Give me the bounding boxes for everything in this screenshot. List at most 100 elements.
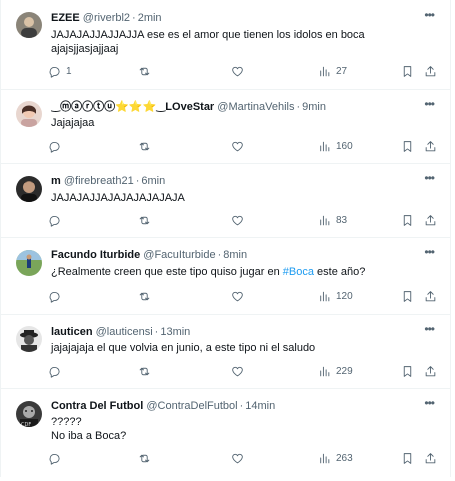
hashtag-link[interactable]: #Boca — [283, 266, 314, 278]
timestamp[interactable]: 6min — [141, 175, 165, 187]
reply-button[interactable] — [48, 140, 66, 153]
tweet[interactable]: Facundo Iturbide @FacuIturbide · 8min ••• … — [1, 238, 450, 315]
bookmark-icon — [403, 141, 412, 152]
retweet-icon — [139, 142, 150, 151]
bar-chart-icon — [320, 66, 330, 77]
tweet[interactable]: m @firebreath21 · 6min ••• JAJAJAJJAJAJAJA… — [1, 164, 450, 238]
tweet[interactable]: lauticen @lauticensi · 13min ••• jajajajaj… — [1, 315, 450, 389]
bookmark-button[interactable] — [401, 140, 414, 153]
heart-icon — [232, 366, 243, 377]
tweet[interactable]: ‿ⓜⓐⓡⓣⓤ⭐⭐⭐‿LOveStar @MartinaVehils · 9min •… — [1, 90, 450, 164]
bar-chart-icon — [320, 141, 330, 152]
like-button[interactable] — [231, 452, 249, 465]
more-horizontal-icon[interactable]: ••• — [424, 171, 435, 185]
tweet[interactable]: EZEE @riverbl2 · 2min ••• JAJAJAJJAJJAJJA … — [1, 0, 450, 90]
bookmark-button[interactable] — [401, 65, 414, 78]
like-button[interactable] — [231, 290, 249, 303]
reply-button[interactable] — [48, 290, 66, 303]
display-name[interactable]: Contra Del Futbol — [51, 400, 143, 412]
heart-icon — [232, 215, 243, 226]
share-button[interactable] — [424, 452, 437, 465]
like-button[interactable] — [231, 365, 249, 378]
reply-button[interactable] — [48, 214, 66, 227]
tweet-header: lauticen @lauticensi · 13min — [51, 326, 191, 338]
retweet-button[interactable] — [138, 65, 156, 78]
bookmark-button[interactable] — [401, 214, 414, 227]
like-button[interactable] — [231, 140, 249, 153]
tweet-actions: 160 — [48, 140, 437, 156]
view-count: 229 — [336, 366, 353, 377]
reply-bubble-icon — [49, 366, 60, 378]
share-upload-icon — [425, 66, 436, 77]
avatar[interactable] — [16, 12, 42, 38]
avatar[interactable] — [16, 250, 42, 276]
tweet-actions: 263 — [48, 452, 437, 468]
user-handle[interactable]: @riverbl2 — [83, 12, 130, 24]
views-button[interactable]: 160 — [318, 140, 353, 153]
tweet-text: ????? No iba a Boca? — [51, 415, 430, 443]
views-button[interactable]: 120 — [318, 290, 353, 303]
views-button[interactable]: 263 — [318, 452, 353, 465]
views-button[interactable]: 83 — [318, 214, 347, 227]
avatar[interactable]: CDF — [16, 401, 42, 427]
reply-button[interactable] — [48, 452, 66, 465]
share-button[interactable] — [424, 214, 437, 227]
avatar[interactable] — [16, 101, 42, 127]
share-button[interactable] — [424, 140, 437, 153]
more-horizontal-icon[interactable]: ••• — [424, 245, 435, 259]
display-name[interactable]: ‿ⓜⓐⓡⓣⓤ⭐⭐⭐‿LOveStar — [51, 101, 214, 113]
retweet-button[interactable] — [138, 140, 156, 153]
like-button[interactable] — [231, 214, 249, 227]
share-upload-icon — [425, 141, 436, 152]
like-button[interactable] — [231, 65, 249, 78]
more-horizontal-icon[interactable]: ••• — [424, 322, 435, 336]
retweet-icon — [139, 67, 150, 76]
retweet-button[interactable] — [138, 452, 156, 465]
tweet-header: Facundo Iturbide @FacuIturbide · 8min — [51, 249, 248, 261]
timestamp[interactable]: 8min — [223, 249, 247, 261]
more-horizontal-icon[interactable]: ••• — [424, 396, 435, 410]
bookmark-button[interactable] — [401, 452, 414, 465]
tweet-text: jajajajaja el que volvia en junio, a est… — [51, 341, 430, 355]
retweet-button[interactable] — [138, 365, 156, 378]
retweet-button[interactable] — [138, 290, 156, 303]
views-button[interactable]: 229 — [318, 365, 353, 378]
display-name[interactable]: Facundo Iturbide — [51, 249, 140, 261]
tweet-header: ‿ⓜⓐⓡⓣⓤ⭐⭐⭐‿LOveStar @MartinaVehils · 9min — [51, 101, 326, 113]
user-handle[interactable]: @ContraDelFutbol — [146, 400, 237, 412]
share-button[interactable] — [424, 65, 437, 78]
retweet-button[interactable] — [138, 214, 156, 227]
tweet-text-line: JAJAJAJJAJJAJJA ese es el amor que tiene… — [51, 29, 365, 41]
display-name[interactable]: m — [51, 175, 61, 187]
avatar[interactable] — [16, 176, 42, 202]
bookmark-button[interactable] — [401, 290, 414, 303]
tweet-text-line: ????? — [51, 416, 82, 428]
tweet-header: Contra Del Futbol @ContraDelFutbol · 14min — [51, 400, 276, 412]
user-handle[interactable]: @MartinaVehils — [217, 101, 294, 113]
reply-button[interactable]: 1 — [48, 65, 72, 78]
timestamp[interactable]: 2min — [138, 12, 162, 24]
views-button[interactable]: 27 — [318, 65, 347, 78]
user-handle[interactable]: @FacuIturbide — [143, 249, 215, 261]
timestamp[interactable]: 13min — [160, 326, 190, 338]
more-horizontal-icon[interactable]: ••• — [424, 8, 435, 22]
svg-text:CDF: CDF — [21, 422, 31, 427]
user-handle[interactable]: @lauticensi — [96, 326, 153, 338]
reply-button[interactable] — [48, 365, 66, 378]
user-handle[interactable]: @firebreath21 — [64, 175, 134, 187]
share-button[interactable] — [424, 290, 437, 303]
tweet-actions: 83 — [48, 214, 437, 230]
tweet-text-line: Jajajajaa — [51, 117, 95, 129]
more-horizontal-icon[interactable]: ••• — [424, 97, 435, 111]
display-name[interactable]: lauticen — [51, 326, 93, 338]
share-button[interactable] — [424, 365, 437, 378]
bookmark-button[interactable] — [401, 365, 414, 378]
bar-chart-icon — [320, 215, 330, 226]
display-name[interactable]: EZEE — [51, 12, 80, 24]
avatar[interactable] — [16, 326, 42, 352]
heart-icon — [232, 291, 243, 302]
timestamp[interactable]: 14min — [245, 400, 275, 412]
bookmark-icon — [403, 291, 412, 302]
tweet[interactable]: CDF Contra Del Futbol @ContraDelFutbol · 1… — [1, 389, 450, 477]
timestamp[interactable]: 9min — [302, 101, 326, 113]
